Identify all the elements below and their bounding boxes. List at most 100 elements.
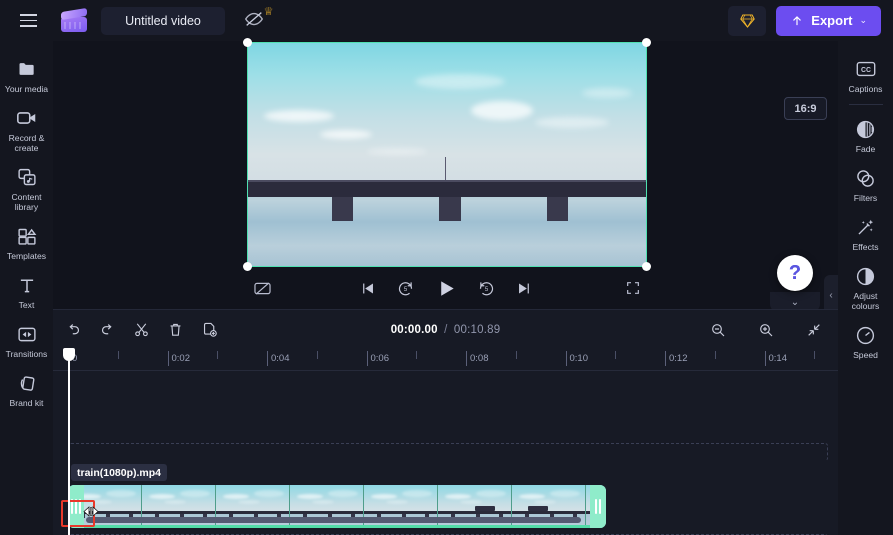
captions-off-button[interactable] [253,281,272,296]
cloud [582,87,633,98]
fit-to-screen-button[interactable] [800,316,828,344]
sidebar-item-label: Content library [11,192,42,212]
sidebar-item-transitions[interactable]: Transitions [0,316,53,365]
project-title-input[interactable]: Untitled video [101,6,225,35]
play-icon [440,280,454,296]
sidebar-item-adjust-colours[interactable]: Adjust colours [839,258,892,317]
resize-handle-top-left[interactable] [243,38,252,47]
aspect-ratio-badge[interactable]: 16:9 [784,97,827,120]
ruler-tick-label: 0:06 [370,353,390,364]
ruler-tick-major [665,351,666,366]
skip-forward-button[interactable] [515,280,532,297]
clapperboard-icon[interactable] [61,7,87,32]
skip-back-button[interactable] [359,280,376,297]
cc-icon: CC [855,58,877,80]
captions-off-icon [254,282,271,294]
bridge-pier [546,196,569,222]
timeline-panel: 00:00.00 / 00:10.89 0 0:02 0:04 0:06 0:0… [53,309,838,535]
timeline-scroll-track[interactable] [68,517,828,529]
ruler-tick-minor [714,351,716,359]
sidebar-item-captions[interactable]: CC Captions [839,51,892,100]
svg-text:CC: CC [861,67,871,74]
redo-arrow-icon [101,324,112,335]
hamburger-menu-icon[interactable] [11,4,45,38]
sidebar-item-label: Adjust colours [851,291,880,311]
sidebar-item-filters[interactable]: Filters [839,160,892,209]
sidebar-item-fade[interactable]: Fade [839,111,892,160]
title-track-row[interactable] [68,443,828,461]
sidebar-item-label: Text [18,300,35,310]
sidebar-item-content-library[interactable]: Content library [0,159,53,218]
playhead-handle[interactable] [63,348,75,361]
ruler-tick-major [167,351,169,366]
timeline-toolbar: 00:00.00 / 00:10.89 [53,310,838,349]
library-icon [16,166,38,188]
resize-handle-bottom-left[interactable] [243,262,252,271]
ruler-tick-label: 0:12 [669,353,688,364]
duplicate-button[interactable] [195,316,223,344]
help-question-icon: ? [788,262,802,284]
undo-button[interactable] [59,316,87,344]
svg-text:5: 5 [403,287,407,293]
sidebar-item-templates[interactable]: Templates [0,218,53,267]
split-button[interactable] [127,316,155,344]
sidebar-item-text[interactable]: Text [0,267,53,316]
speedometer-icon [855,324,877,346]
diamond-icon [739,13,755,28]
playhead[interactable] [63,348,75,535]
sidebar-item-your-media[interactable]: Your media [0,51,53,100]
contrast-half-circle-icon [855,265,877,287]
ruler-tick-major [366,351,368,366]
ruler-tick-major [466,351,467,366]
magnifier-plus-icon [760,323,773,336]
bridge-pier [439,196,461,222]
magnifier-minus-icon [712,323,725,336]
video-canvas[interactable] [247,42,647,267]
sidebar-item-record-create[interactable]: Record & create [0,100,53,159]
ruler-tick-major [267,351,268,366]
fit-arrows-icon [808,323,820,336]
zoom-out-button[interactable] [704,316,732,344]
rewind-5-button[interactable]: 5 [396,279,414,297]
zoom-in-button[interactable] [752,316,780,344]
fullscreen-button[interactable] [625,280,641,296]
timeline-zoom-tools [698,316,828,344]
premium-diamond-button[interactable] [728,5,767,36]
ruler-tick-minor [515,351,517,359]
bridge-deck [248,182,646,197]
aspect-ratio-label: 16:9 [794,102,817,115]
clip-trim-handle-left[interactable] [68,485,84,528]
delete-button[interactable] [161,316,189,344]
ruler-tick-minor [615,351,617,359]
export-button[interactable]: Export ⌄ [776,5,881,36]
sidebar-item-speed[interactable]: Speed [839,317,892,366]
forward-5-button[interactable]: 5 [477,279,495,297]
time-separator: / [444,323,448,336]
sidebar-item-label: Captions [848,84,883,94]
text-t-icon [16,274,38,296]
templates-grid-icon [16,225,38,247]
sidebar-item-label: Record & create [8,133,45,153]
left-sidebar: Your media Record & create Content libra… [0,41,53,535]
export-label: Export [811,13,853,28]
rewind-5-icon: 5 [398,282,412,296]
timeline-ruler[interactable]: 0 0:02 0:04 0:06 0:08 0:10 0:12 0:14 [53,349,838,371]
redo-button[interactable] [93,316,121,344]
timeline-horizontal-scrollbar[interactable] [86,517,581,523]
sidebar-item-label: Templates [6,251,47,261]
app-header: Untitled video ♕ Export ⌄ [0,0,893,41]
sidebar-item-brand-kit[interactable]: Brand kit [0,365,53,414]
sidebar-item-effects[interactable]: Effects [839,209,892,258]
clip-trim-handle-right[interactable] [590,485,606,528]
transitions-icon [16,323,38,345]
play-button[interactable] [434,277,457,300]
folder-icon [16,58,38,80]
ruler-tick-label: 0:10 [569,353,589,364]
resize-handle-top-right[interactable] [642,38,651,47]
resize-handle-bottom-right[interactable] [642,262,651,271]
sidebar-item-label: Filters [853,193,878,203]
undo-arrow-icon [68,324,79,335]
visibility-toggle-button[interactable]: ♕ [243,6,273,34]
trash-icon [170,323,180,336]
help-button[interactable]: ? [777,255,813,291]
